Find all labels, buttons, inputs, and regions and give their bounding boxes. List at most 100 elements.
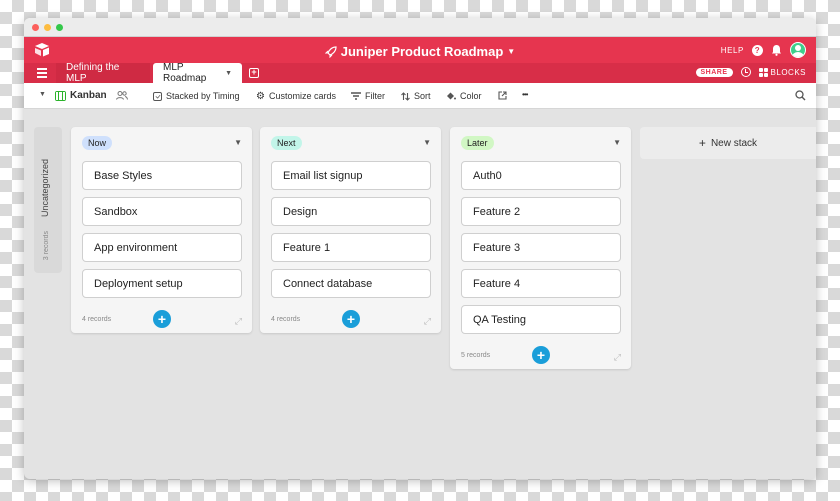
stack-label: Later bbox=[461, 136, 494, 150]
stacked-by-button[interactable]: Stacked by Timing bbox=[153, 91, 240, 101]
record-count: 5 records bbox=[461, 352, 491, 359]
tabbar-actions: SHARE BLOCKS bbox=[695, 67, 806, 77]
stack-header: Now ▼ bbox=[71, 127, 252, 161]
sort-button[interactable]: Sort bbox=[401, 91, 431, 101]
tab-label: MLP Roadmap bbox=[163, 62, 207, 84]
plus-icon: + bbox=[698, 136, 706, 150]
app-window: Juniper Product Roadmap ▼ HELP ? Defining… bbox=[24, 18, 816, 479]
card[interactable]: Connect database bbox=[271, 269, 431, 298]
question-circle-icon[interactable]: ? bbox=[752, 44, 763, 56]
view-name: Kanban bbox=[70, 90, 107, 101]
new-stack-label: New stack bbox=[710, 137, 758, 149]
checkbox-field-icon bbox=[153, 91, 162, 101]
rocket-icon bbox=[324, 45, 337, 58]
blocks-label: BLOCKS bbox=[770, 67, 806, 77]
maximize-window-button[interactable] bbox=[56, 23, 63, 31]
views-dropdown-toggle[interactable]: ▼ bbox=[39, 91, 46, 98]
card-title: Sandbox bbox=[94, 205, 138, 218]
card-title: App environment bbox=[94, 241, 178, 254]
add-record-button[interactable]: + bbox=[532, 346, 550, 364]
stack-footer: 5 records + ⤢ bbox=[450, 341, 631, 369]
stack-header: Next ▼ bbox=[260, 127, 441, 161]
search-icon[interactable] bbox=[795, 90, 806, 101]
collaborators-icon[interactable] bbox=[116, 91, 128, 100]
help-link[interactable]: HELP bbox=[721, 46, 744, 55]
card[interactable]: QA Testing bbox=[461, 305, 621, 334]
filter-icon bbox=[351, 92, 361, 100]
header-actions: HELP ? bbox=[721, 42, 806, 58]
stack-now: Now ▼ Base Styles Sandbox App environmen… bbox=[71, 127, 252, 333]
card-title: Feature 4 bbox=[473, 277, 521, 290]
card[interactable]: Sandbox bbox=[82, 197, 242, 226]
card-title: Feature 1 bbox=[283, 241, 331, 254]
kanban-board: Uncategorized 3 records Now ▼ Base Style… bbox=[24, 127, 816, 479]
filter-label: Filter bbox=[365, 91, 385, 101]
expand-icon[interactable]: ⤢ bbox=[235, 316, 242, 327]
card-title: Feature 2 bbox=[473, 205, 521, 218]
card[interactable]: Base Styles bbox=[82, 161, 242, 190]
add-record-button[interactable]: + bbox=[153, 310, 171, 328]
avatar[interactable] bbox=[790, 42, 806, 58]
uncategorized-label: Uncategorized bbox=[40, 158, 50, 217]
chevron-down-icon[interactable]: ▼ bbox=[234, 138, 242, 147]
card-title: Feature 3 bbox=[473, 241, 521, 254]
paint-bucket-icon bbox=[447, 92, 456, 99]
chevron-down-icon[interactable]: ▼ bbox=[423, 138, 431, 147]
chevron-down-icon[interactable]: ▼ bbox=[613, 138, 621, 147]
stack-label: Now bbox=[82, 136, 113, 150]
menu-icon[interactable] bbox=[37, 68, 47, 80]
kanban-icon bbox=[55, 90, 66, 101]
share-button[interactable]: SHARE bbox=[695, 67, 733, 77]
card-title: Email list signup bbox=[283, 169, 363, 182]
close-window-button[interactable] bbox=[32, 23, 39, 31]
add-record-button[interactable]: + bbox=[342, 310, 360, 328]
customize-cards-label: Customize cards bbox=[268, 91, 336, 101]
stack-label: Next bbox=[271, 136, 302, 150]
uncategorized-count: 3 records bbox=[43, 231, 50, 261]
view-toolbar: ▼ Kanban Stacked by Timing ⚙ Customize c… bbox=[24, 83, 816, 109]
app-header: Juniper Product Roadmap ▼ HELP ? bbox=[24, 37, 816, 63]
expand-icon[interactable]: ⤢ bbox=[424, 316, 431, 327]
color-button[interactable]: Color bbox=[446, 91, 482, 101]
stack-footer: 4 records + ⤢ bbox=[71, 305, 252, 333]
uncategorized-stack-collapsed[interactable]: Uncategorized 3 records bbox=[34, 127, 62, 273]
new-stack-button[interactable]: + New stack bbox=[640, 127, 816, 159]
blocks-icon bbox=[758, 67, 768, 77]
chevron-down-icon[interactable]: ▼ bbox=[225, 70, 232, 77]
base-title[interactable]: Juniper Product Roadmap ▼ bbox=[24, 43, 816, 59]
card[interactable]: Auth0 bbox=[461, 161, 621, 190]
customize-cards-button[interactable]: ⚙ Customize cards bbox=[256, 91, 336, 101]
card[interactable]: Feature 3 bbox=[461, 233, 621, 262]
blocks-button[interactable]: BLOCKS bbox=[758, 67, 806, 77]
view-switcher[interactable]: Kanban bbox=[55, 90, 107, 101]
card[interactable]: Feature 4 bbox=[461, 269, 621, 298]
color-label: Color bbox=[460, 91, 482, 101]
add-table-button[interactable]: + bbox=[249, 68, 259, 78]
card[interactable]: Design bbox=[271, 197, 431, 226]
more-options-button[interactable]: ••• bbox=[522, 90, 528, 99]
card[interactable]: Feature 1 bbox=[271, 233, 431, 262]
stack-footer: 4 records + ⤢ bbox=[260, 305, 441, 333]
base-title-text: Juniper Product Roadmap bbox=[340, 44, 504, 60]
card[interactable]: Deployment setup bbox=[82, 269, 242, 298]
bell-icon[interactable] bbox=[771, 44, 782, 56]
card[interactable]: App environment bbox=[82, 233, 242, 262]
gear-icon: ⚙ bbox=[256, 90, 265, 102]
card[interactable]: Feature 2 bbox=[461, 197, 621, 226]
card[interactable]: Email list signup bbox=[271, 161, 431, 190]
record-count: 4 records bbox=[271, 316, 301, 323]
stack-next: Next ▼ Email list signup Design Feature … bbox=[260, 127, 441, 333]
tab-mlp-roadmap[interactable]: MLP Roadmap ▼ bbox=[153, 62, 242, 84]
tab-label: Defining the MLP bbox=[66, 62, 120, 84]
table-tabs-bar: Defining the MLP MLP Roadmap ▼ + SHARE B… bbox=[24, 62, 816, 84]
filter-button[interactable]: Filter bbox=[351, 91, 385, 101]
record-count: 4 records bbox=[82, 316, 112, 323]
tab-defining-the-mlp[interactable]: Defining the MLP bbox=[56, 62, 150, 84]
share-view-icon[interactable] bbox=[498, 91, 507, 100]
window-titlebar bbox=[24, 18, 816, 37]
sort-label: Sort bbox=[414, 91, 431, 101]
minimize-window-button[interactable] bbox=[44, 23, 51, 31]
chevron-down-icon: ▼ bbox=[507, 47, 516, 57]
expand-icon[interactable]: ⤢ bbox=[614, 352, 621, 363]
history-icon[interactable] bbox=[740, 67, 751, 77]
